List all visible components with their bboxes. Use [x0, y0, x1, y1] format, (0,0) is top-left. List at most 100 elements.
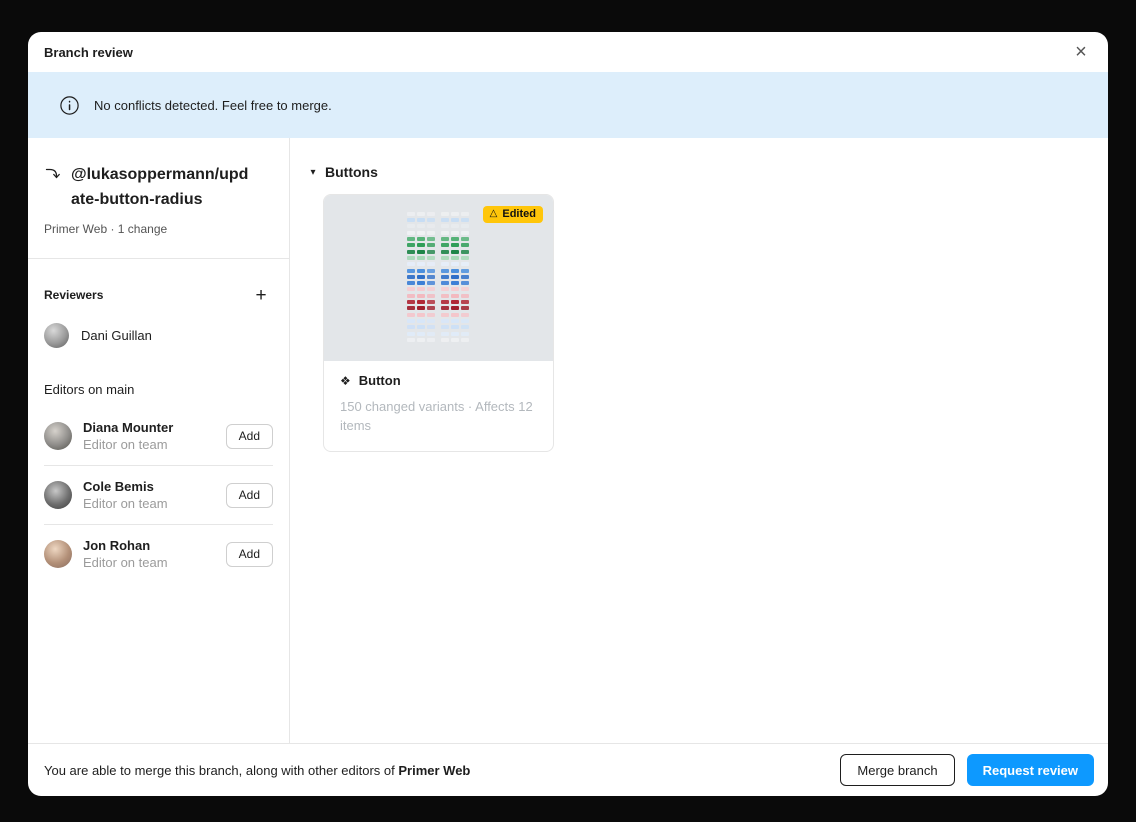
variant-chip	[417, 231, 425, 235]
variant-chip	[417, 319, 425, 323]
variant-chip	[461, 237, 469, 241]
variant-chip	[461, 300, 469, 304]
branch-review-dialog: Branch review × No conflicts detected. F…	[28, 32, 1108, 796]
variant-chip	[417, 294, 425, 298]
variant-chip	[407, 306, 415, 310]
editor-row-diana: Diana Mounter Editor on team Add	[28, 407, 289, 465]
variant-chip	[427, 218, 435, 222]
variant-chip	[427, 313, 435, 317]
add-editor-button-diana[interactable]: Add	[226, 424, 273, 449]
card-body: ❖ Button 150 changed variants · Affects …	[324, 361, 553, 451]
variant-chip	[441, 300, 449, 304]
variant-chip	[451, 243, 459, 247]
variant-chip	[441, 281, 449, 285]
merge-branch-button[interactable]: Merge branch	[840, 754, 954, 786]
edited-badge: △ Edited	[483, 206, 543, 223]
variant-chip	[461, 338, 469, 342]
variant-chip	[427, 237, 435, 241]
variant-chip	[407, 294, 415, 298]
variant-chip	[441, 319, 449, 323]
variant-chip	[417, 306, 425, 310]
variant-chip	[427, 319, 435, 323]
add-editor-button-jon[interactable]: Add	[226, 542, 273, 567]
variant-chip	[461, 306, 469, 310]
footer-project-name: Primer Web	[398, 763, 470, 778]
info-icon	[60, 96, 79, 115]
variant-chip	[417, 338, 425, 342]
avatar-cole-bemis	[44, 481, 72, 509]
variant-chip	[451, 212, 459, 216]
editor-row-jon: Jon Rohan Editor on team Add	[28, 525, 289, 583]
variant-chip	[417, 332, 425, 336]
variant-chip	[427, 269, 435, 273]
dialog-footer: You are able to merge this branch, along…	[28, 743, 1108, 796]
variant-chip	[441, 231, 449, 235]
variant-chip	[417, 287, 425, 291]
variant-chip	[417, 313, 425, 317]
variant-chip	[407, 313, 415, 317]
variant-chip	[417, 300, 425, 304]
variant-chip	[441, 313, 449, 317]
close-icon[interactable]: ×	[1068, 39, 1094, 65]
warning-triangle-icon: △	[490, 209, 498, 219]
variant-chip	[461, 332, 469, 336]
request-review-button[interactable]: Request review	[967, 754, 1094, 786]
variant-chip	[427, 338, 435, 342]
variant-chip	[407, 218, 415, 222]
variant-chip	[417, 224, 425, 228]
variant-chip	[427, 306, 435, 310]
variant-chip	[417, 275, 425, 279]
branch-info: @lukasoppermann/update-button-radius Pri…	[28, 138, 289, 258]
buttons-section-header[interactable]: ▾ Buttons	[308, 164, 1084, 180]
variant-chip	[407, 256, 415, 260]
variant-chip	[441, 306, 449, 310]
avatar-dani-guillan	[44, 323, 69, 348]
reviewer-name: Dani Guillan	[81, 328, 152, 343]
add-reviewer-button[interactable]: +	[249, 283, 273, 307]
variant-chip	[441, 275, 449, 279]
footer-message: You are able to merge this branch, along…	[44, 763, 470, 778]
variant-chip	[461, 212, 469, 216]
variant-chip	[417, 269, 425, 273]
variant-chip	[441, 224, 449, 228]
variant-chip	[461, 275, 469, 279]
variant-chip	[451, 224, 459, 228]
variant-chip	[451, 256, 459, 260]
variant-chip	[461, 231, 469, 235]
variant-chip	[417, 250, 425, 254]
component-change-card[interactable]: △ Edited ❖ Button 150 changed variants ·…	[323, 194, 554, 452]
variant-chip	[461, 287, 469, 291]
variant-chip	[441, 338, 449, 342]
add-editor-button-cole[interactable]: Add	[226, 483, 273, 508]
variant-chip	[441, 294, 449, 298]
variant-chip	[451, 262, 459, 266]
variant-chip	[407, 332, 415, 336]
variant-chip	[441, 287, 449, 291]
variant-chip	[451, 313, 459, 317]
variant-chip	[407, 243, 415, 247]
variant-chip	[417, 281, 425, 285]
sidebar: @lukasoppermann/update-button-radius Pri…	[28, 138, 290, 743]
variant-chip	[461, 256, 469, 260]
variant-chip	[407, 250, 415, 254]
variant-chip	[441, 250, 449, 254]
variant-chip	[451, 338, 459, 342]
dialog-title: Branch review	[44, 45, 133, 60]
variant-chip	[427, 243, 435, 247]
avatar-jon-rohan	[44, 540, 72, 568]
variant-chip	[427, 325, 435, 329]
variant-chip	[427, 262, 435, 266]
variant-chip	[427, 231, 435, 235]
variant-chip	[451, 231, 459, 235]
variant-chip	[441, 269, 449, 273]
variant-chip	[407, 281, 415, 285]
variant-chip	[441, 262, 449, 266]
variant-chip	[461, 313, 469, 317]
variant-chip	[451, 281, 459, 285]
reviewers-header: Reviewers +	[28, 283, 289, 307]
main-content: ▾ Buttons △ Edited ❖ Button 150 chang	[290, 138, 1108, 743]
variant-chip	[451, 325, 459, 329]
branch-icon	[44, 166, 60, 182]
card-thumbnail: △ Edited	[324, 195, 553, 361]
component-icon: ❖	[340, 375, 351, 387]
